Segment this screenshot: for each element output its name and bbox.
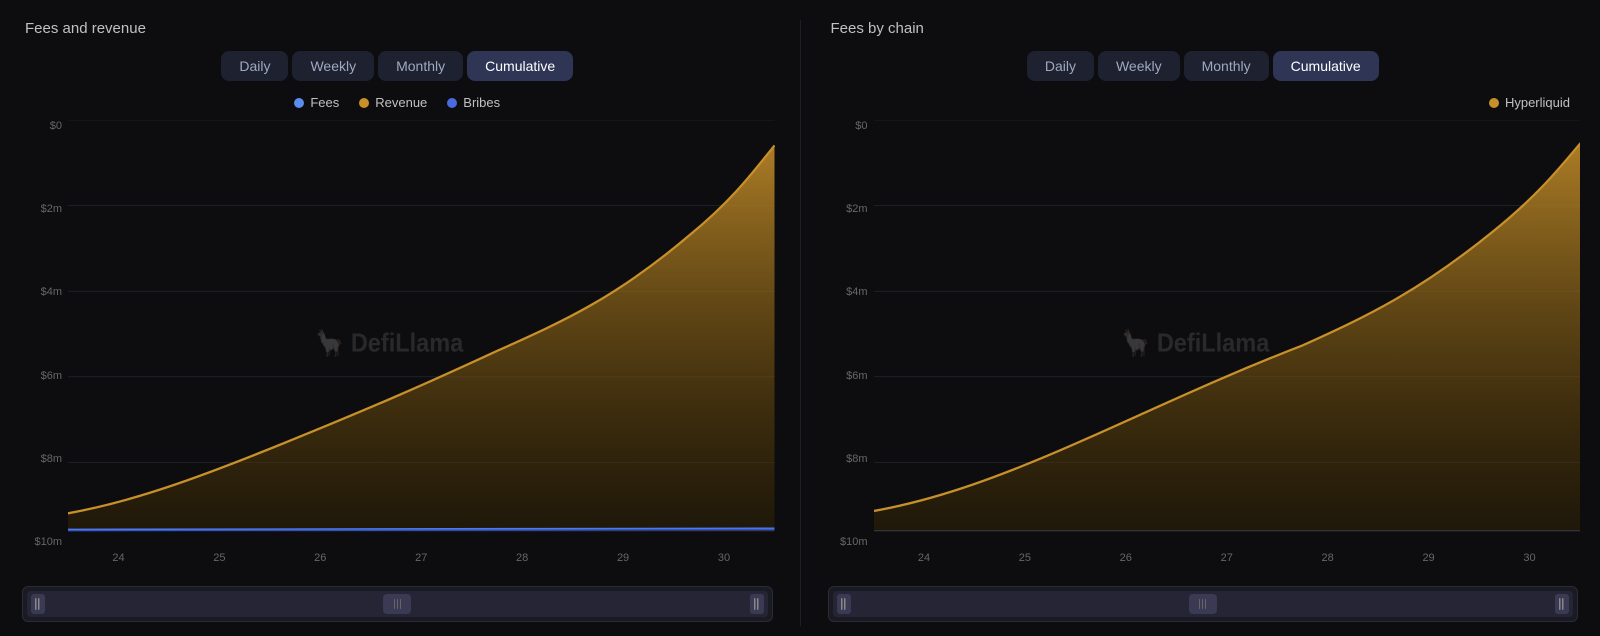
chart2-tab-cumulative[interactable]: Cumulative <box>1273 51 1379 81</box>
hyperliquid-label: Hyperliquid <box>1505 95 1570 110</box>
watermark1: 🦙 DefiLlama <box>315 327 464 357</box>
x-label-27: 27 <box>371 552 472 578</box>
chart2-y-axis: $10m $8m $6m $4m $2m $0 <box>826 120 874 578</box>
chart2-tab-daily[interactable]: Daily <box>1027 51 1094 81</box>
y-label-8m: $8m <box>20 453 68 465</box>
chart1-tab-weekly[interactable]: Weekly <box>292 51 374 81</box>
x-label-28: 28 <box>472 552 573 578</box>
x2-label-27: 27 <box>1176 552 1277 578</box>
bribes-dot <box>447 98 457 108</box>
y2-label-8m: $8m <box>826 453 874 465</box>
fees-revenue-panel: Fees and revenue Daily Weekly Monthly Cu… <box>10 20 785 626</box>
chart1-y-axis: $10m $8m $6m $4m $2m $0 <box>20 120 68 578</box>
chart2-scroll-right[interactable] <box>1555 594 1569 614</box>
chart2-scroll-handle[interactable] <box>1189 594 1217 614</box>
watermark2: 🦙 DefiLlama <box>1120 327 1269 357</box>
hyperliquid-dot <box>1489 98 1499 108</box>
bribes-label: Bribes <box>463 95 500 110</box>
x-label-29: 29 <box>573 552 674 578</box>
x-label-25: 25 <box>169 552 270 578</box>
revenue-dot <box>359 98 369 108</box>
x2-label-25: 25 <box>974 552 1075 578</box>
chart2-legend: Hyperliquid <box>826 95 1581 110</box>
chart2-tab-weekly[interactable]: Weekly <box>1098 51 1180 81</box>
x2-label-26: 26 <box>1075 552 1176 578</box>
chart1-scrollbar[interactable] <box>20 582 775 626</box>
chart2-tab-monthly[interactable]: Monthly <box>1184 51 1269 81</box>
chart2-title: Fees by chain <box>826 20 1581 37</box>
chart1-scrollbar-track[interactable] <box>22 586 773 622</box>
chart2-legend-hyperliquid: Hyperliquid <box>1489 95 1570 110</box>
chart1-scroll-handle[interactable] <box>383 594 411 614</box>
chart1-title: Fees and revenue <box>20 20 775 37</box>
x2-label-24: 24 <box>874 552 975 578</box>
chart1-legend: Fees Revenue Bribes <box>20 95 775 110</box>
y2-label-0: $0 <box>826 120 874 132</box>
y2-label-2m: $2m <box>826 203 874 215</box>
x-label-24: 24 <box>68 552 169 578</box>
chart2-tab-group: Daily Weekly Monthly Cumulative <box>826 51 1581 81</box>
chart1-tab-daily[interactable]: Daily <box>221 51 288 81</box>
chart2-scroll-left[interactable] <box>837 594 851 614</box>
y2-label-6m: $6m <box>826 370 874 382</box>
chart1-tab-cumulative[interactable]: Cumulative <box>467 51 573 81</box>
fees-dot <box>294 98 304 108</box>
y-label-4m: $4m <box>20 286 68 298</box>
chart1-legend-revenue: Revenue <box>359 95 427 110</box>
x-label-26: 26 <box>270 552 371 578</box>
chart1-area: $10m $8m $6m $4m $2m $0 <box>20 120 775 578</box>
chart1-legend-fees: Fees <box>294 95 339 110</box>
y2-label-4m: $4m <box>826 286 874 298</box>
y-label-2m: $2m <box>20 203 68 215</box>
chart1-x-axis: 24 25 26 27 28 29 30 <box>68 548 775 578</box>
chart1-svg: 🦙 DefiLlama <box>68 120 775 548</box>
chart1-scroll-grip <box>394 599 401 609</box>
y-label-10m: $10m <box>20 536 68 548</box>
chart1-scrollbar-inner <box>27 591 768 617</box>
x-label-30: 30 <box>674 552 775 578</box>
chart2-svg: 🦙 DefiLlama <box>874 120 1581 548</box>
chart2-x-axis: 24 25 26 27 28 29 30 <box>874 548 1581 578</box>
chart2-scrollbar-track[interactable] <box>828 586 1579 622</box>
chart2-area: $10m $8m $6m $4m $2m $0 <box>826 120 1581 578</box>
y-label-6m: $6m <box>20 370 68 382</box>
x2-label-29: 29 <box>1378 552 1479 578</box>
revenue-label: Revenue <box>375 95 427 110</box>
fees-label: Fees <box>310 95 339 110</box>
chart1-tab-monthly[interactable]: Monthly <box>378 51 463 81</box>
chart1-scroll-left[interactable] <box>31 594 45 614</box>
chart1-plot: 🦙 DefiLlama 24 25 26 27 28 29 30 <box>68 120 775 578</box>
y2-label-10m: $10m <box>826 536 874 548</box>
x2-label-28: 28 <box>1277 552 1378 578</box>
chart1-scroll-right[interactable] <box>750 594 764 614</box>
y-label-0: $0 <box>20 120 68 132</box>
chart1-legend-bribes: Bribes <box>447 95 500 110</box>
chart2-plot: 🦙 DefiLlama 24 25 26 27 28 29 30 <box>874 120 1581 578</box>
chart2-scrollbar-inner <box>833 591 1574 617</box>
panel-divider <box>800 20 801 626</box>
chart2-scrollbar[interactable] <box>826 582 1581 626</box>
chart1-tab-group: Daily Weekly Monthly Cumulative <box>20 51 775 81</box>
charts-container: Fees and revenue Daily Weekly Monthly Cu… <box>0 0 1600 636</box>
fees-chain-panel: Fees by chain Daily Weekly Monthly Cumul… <box>816 20 1591 626</box>
chart2-scroll-grip <box>1199 599 1206 609</box>
x2-label-30: 30 <box>1479 552 1580 578</box>
